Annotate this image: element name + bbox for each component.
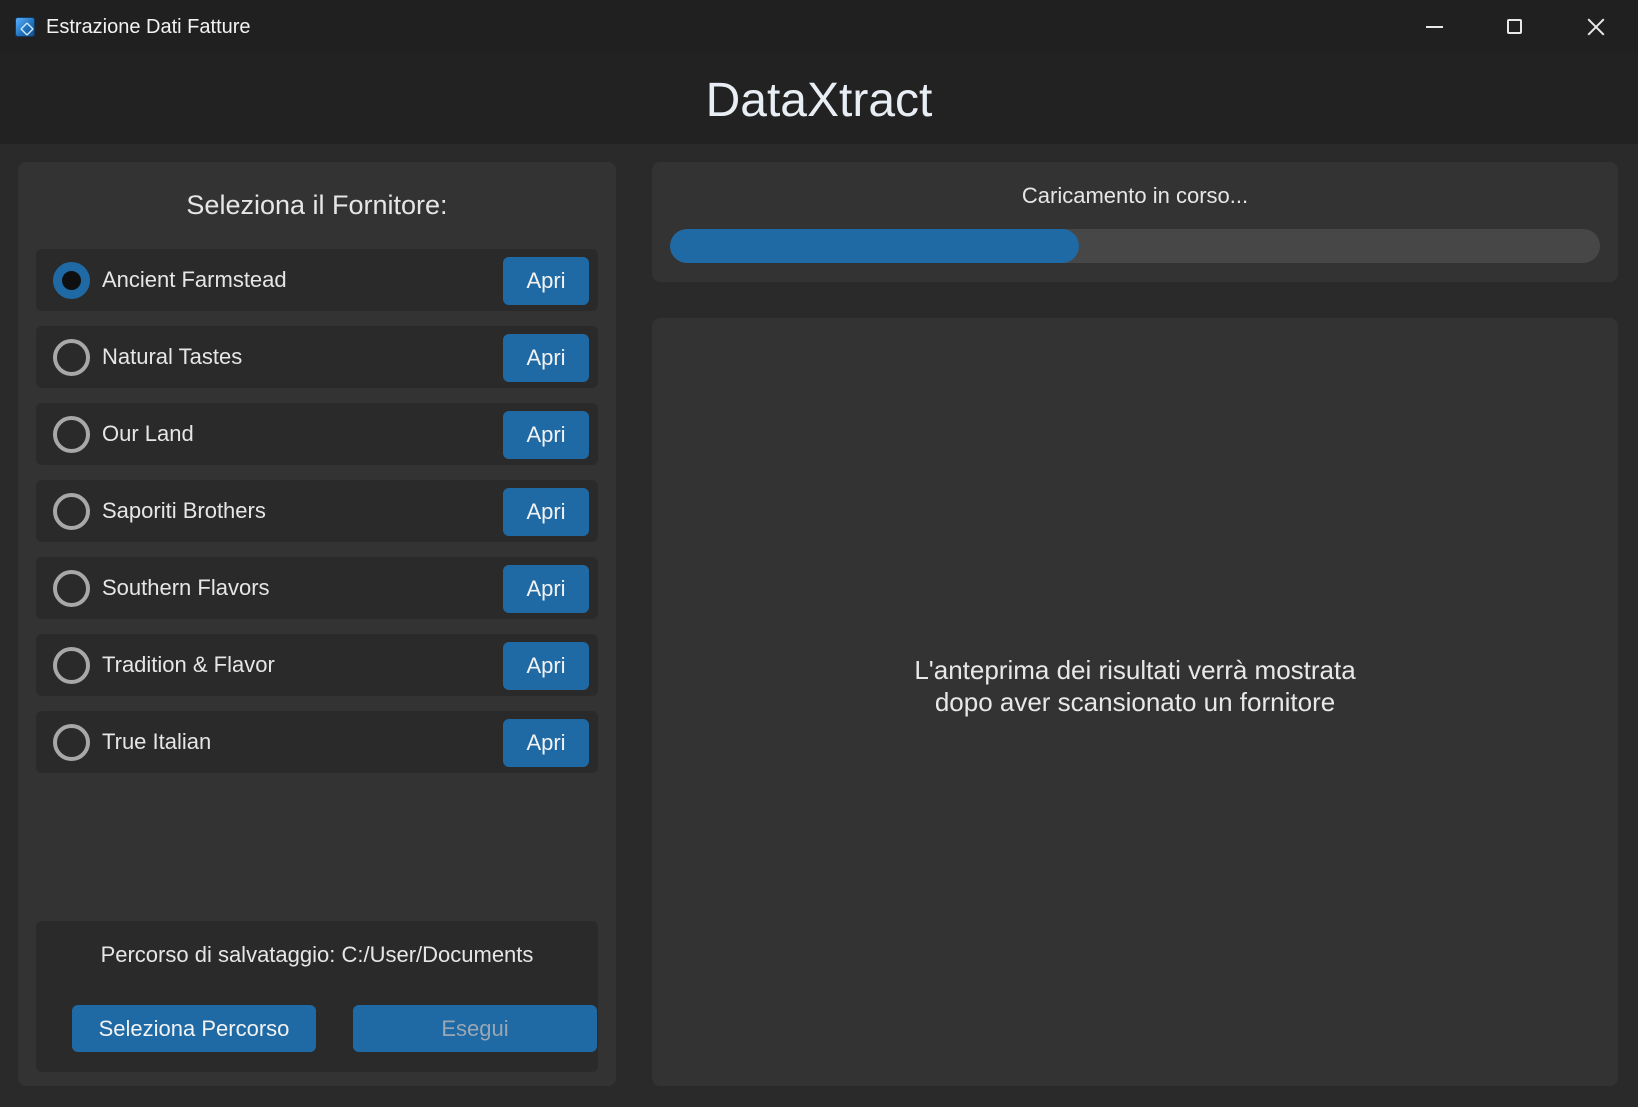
supplier-radio[interactable] bbox=[53, 570, 90, 607]
close-icon bbox=[1587, 18, 1605, 36]
supplier-row-natural-tastes: Natural Tastes Apri bbox=[36, 326, 598, 388]
maximize-icon bbox=[1506, 19, 1522, 34]
supplier-label[interactable]: Natural Tastes bbox=[102, 344, 242, 370]
main-area: Seleziona il Fornitore: Ancient Farmstea… bbox=[0, 144, 1638, 1107]
run-button[interactable]: Esegui bbox=[353, 1005, 597, 1052]
title-bar: Estrazione Dati Fatture bbox=[0, 0, 1638, 53]
supplier-panel: Seleziona il Fornitore: Ancient Farmstea… bbox=[18, 162, 616, 1086]
supplier-row-true-italian: True Italian Apri bbox=[36, 711, 598, 773]
supplier-radio[interactable] bbox=[53, 647, 90, 684]
supplier-label[interactable]: True Italian bbox=[102, 729, 211, 755]
supplier-radio[interactable] bbox=[53, 724, 90, 761]
supplier-label[interactable]: Saporiti Brothers bbox=[102, 498, 266, 524]
supplier-row-southern-flavors: Southern Flavors Apri bbox=[36, 557, 598, 619]
supplier-row-tradition-flavor: Tradition & Flavor Apri bbox=[36, 634, 598, 696]
save-path-label: Percorso di salvataggio: C:/User/Documen… bbox=[100, 942, 534, 967]
open-supplier-button[interactable]: Apri bbox=[503, 719, 589, 767]
supplier-radio[interactable] bbox=[53, 262, 90, 299]
app-title: DataXtract bbox=[705, 74, 933, 127]
open-supplier-button[interactable]: Apri bbox=[503, 257, 589, 305]
open-supplier-button[interactable]: Apri bbox=[503, 642, 589, 690]
supplier-label[interactable]: Tradition & Flavor bbox=[102, 652, 275, 678]
progress-label: Caricamento in corso... bbox=[1021, 183, 1249, 208]
supplier-label[interactable]: Our Land bbox=[102, 421, 194, 447]
preview-panel: L'anteprima dei risultati verrà mostrata… bbox=[652, 318, 1618, 1086]
minimize-icon bbox=[1425, 25, 1443, 28]
preview-placeholder: L'anteprima dei risultati verrà mostrata… bbox=[914, 655, 1356, 717]
window-title: Estrazione Dati Fatture bbox=[46, 16, 251, 38]
supplier-row-our-land: Our Land Apri bbox=[36, 403, 598, 465]
supplier-row-ancient-farmstead: Ancient Farmstead Apri bbox=[36, 249, 598, 311]
supplier-radio[interactable] bbox=[53, 416, 90, 453]
open-supplier-button[interactable]: Apri bbox=[503, 334, 589, 382]
supplier-label[interactable]: Southern Flavors bbox=[102, 575, 270, 601]
maximize-button[interactable] bbox=[1474, 0, 1554, 53]
open-supplier-button[interactable]: Apri bbox=[503, 488, 589, 536]
supplier-label[interactable]: Ancient Farmstead bbox=[102, 267, 287, 293]
progress-panel: Caricamento in corso... bbox=[652, 162, 1618, 282]
open-supplier-button[interactable]: Apri bbox=[503, 565, 589, 613]
save-settings-box: Percorso di salvataggio: C:/User/Documen… bbox=[36, 921, 598, 1072]
app-icon bbox=[15, 17, 35, 37]
supplier-radio[interactable] bbox=[53, 339, 90, 376]
progress-bar-fill bbox=[670, 229, 1080, 263]
supplier-panel-title: Seleziona il Fornitore: bbox=[186, 190, 448, 220]
close-button[interactable] bbox=[1556, 0, 1636, 53]
supplier-row-saporiti-brothers: Saporiti Brothers Apri bbox=[36, 480, 598, 542]
select-path-button[interactable]: Seleziona Percorso bbox=[72, 1005, 316, 1052]
app-header: DataXtract bbox=[0, 53, 1638, 144]
open-supplier-button[interactable]: Apri bbox=[503, 411, 589, 459]
minimize-button[interactable] bbox=[1394, 0, 1474, 53]
supplier-radio[interactable] bbox=[53, 493, 90, 530]
progress-bar bbox=[670, 229, 1600, 263]
